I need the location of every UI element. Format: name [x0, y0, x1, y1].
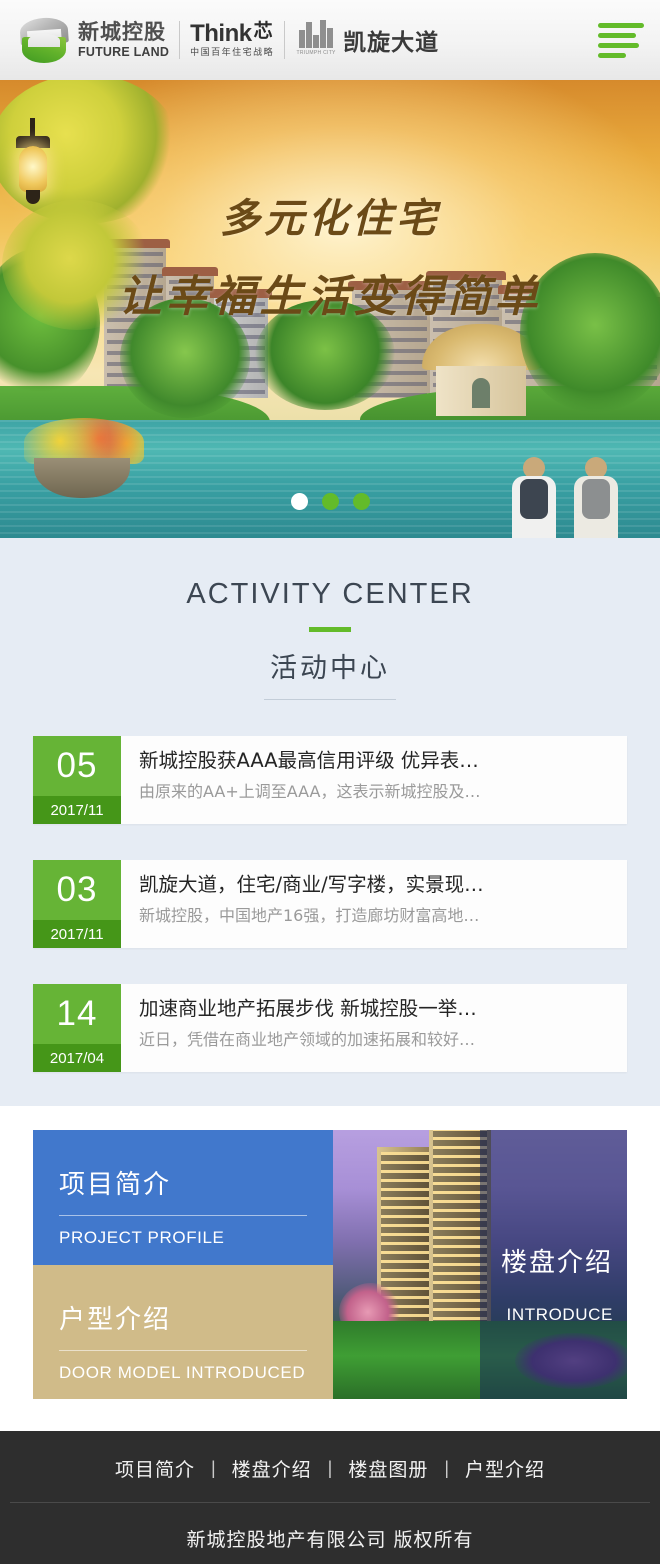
- promo-tile-title-cn: 项目简介: [59, 1170, 172, 1200]
- logo-divider-2: [284, 21, 286, 59]
- think-logo: Think 芯 中国百年住宅战略: [190, 22, 274, 58]
- news-title: 加速商业地产拓展步伐 新城控股一举…: [139, 997, 477, 1020]
- site-footer: 项目简介 | 楼盘介绍 | 楼盘图册 | 户型介绍 新城控股地产有限公司 版权所…: [0, 1431, 660, 1564]
- news-summary: 新城控股，中国地产16强，打造廊坊财富高地…: [139, 906, 480, 926]
- carousel-dots[interactable]: [0, 493, 660, 510]
- site-header: 新城控股 FUTURE LAND Think 芯 中国百年住宅战略 TRIUMP…: [0, 0, 660, 80]
- page-root: 新城控股 FUTURE LAND Think 芯 中国百年住宅战略 TRIUMP…: [0, 0, 660, 1564]
- list-item[interactable]: 05 2017/11 新城控股获AAA最高信用评级 优异表… 由原来的AA+上调…: [33, 736, 627, 824]
- promo-card-title-en: INTRODUCE: [506, 1305, 613, 1324]
- news-title: 新城控股获AAA最高信用评级 优异表…: [139, 749, 479, 772]
- promo-tile-column: 项目简介 PROJECT PROFILE 户型介绍 DOOR MODEL INT…: [33, 1130, 333, 1399]
- news-date-badge: 05 2017/11: [33, 736, 121, 824]
- activity-title-underline: [264, 699, 396, 700]
- news-summary: 近日，凭借在商业地产领域的加速拓展和较好…: [139, 1030, 476, 1050]
- news-list: 05 2017/11 新城控股获AAA最高信用评级 优异表… 由原来的AA+上调…: [0, 736, 660, 1072]
- triumph-caption: TRIUMPH CITY: [296, 50, 336, 56]
- promo-card-introduce[interactable]: 楼盘介绍 INTRODUCE: [333, 1130, 627, 1399]
- footer-link-album[interactable]: 楼盘图册: [348, 1455, 428, 1482]
- think-word: Think: [190, 20, 252, 47]
- brand-name-en: FUTURE LAND: [78, 44, 170, 59]
- hero-tree: [520, 253, 660, 413]
- news-day: 05: [33, 736, 121, 796]
- footer-separator: |: [210, 1458, 216, 1478]
- logo-group[interactable]: 新城控股 FUTURE LAND Think 芯 中国百年住宅战略 TRIUMP…: [18, 15, 439, 65]
- news-text: 新城控股获AAA最高信用评级 优异表… 由原来的AA+上调至AAA，这表示新城控…: [121, 736, 627, 824]
- project-name: 凯旋大道: [343, 30, 440, 56]
- promo-tile-project-profile[interactable]: 项目简介 PROJECT PROFILE: [33, 1130, 333, 1265]
- activity-title-rule: [309, 627, 351, 632]
- news-month: 2017/04: [33, 1044, 121, 1072]
- footer-separator: |: [444, 1458, 450, 1478]
- brand-wordmark: 新城控股 FUTURE LAND: [78, 19, 170, 59]
- footer-separator: |: [327, 1458, 333, 1478]
- carousel-dot-2[interactable]: [321, 493, 339, 510]
- promo-tile-door-model[interactable]: 户型介绍 DOOR MODEL INTRODUCED: [33, 1264, 333, 1399]
- footer-link-project-profile[interactable]: 项目简介: [115, 1455, 195, 1482]
- promo-tile-rule: [59, 1349, 307, 1351]
- promo-tile-title-en: DOOR MODEL INTRODUCED: [59, 1362, 306, 1382]
- news-text: 凯旋大道，住宅/商业/写字楼，实景现… 新城控股，中国地产16强，打造廊坊财富高…: [121, 860, 627, 948]
- think-slogan: 中国百年住宅战略: [190, 48, 275, 58]
- news-month: 2017/11: [33, 796, 121, 824]
- news-day: 03: [33, 860, 121, 920]
- promo-tile-rule: [59, 1215, 307, 1216]
- promo-card-title-cn: 楼盘介绍: [500, 1248, 613, 1278]
- news-date-badge: 14 2017/04: [33, 984, 121, 1072]
- carousel-dot-3[interactable]: [352, 493, 370, 510]
- hamburger-menu-icon[interactable]: [598, 22, 646, 58]
- promo-tile-title-en: PROJECT PROFILE: [59, 1228, 225, 1247]
- activity-center-section: ACTIVITY CENTER 活动中心 05 2017/11 新城控股获AAA…: [0, 538, 660, 1106]
- hero-tree: [120, 298, 250, 418]
- news-title: 凯旋大道，住宅/商业/写字楼，实景现…: [139, 873, 484, 896]
- footer-nav: 项目简介 | 楼盘介绍 | 楼盘图册 | 户型介绍: [0, 1455, 660, 1502]
- news-date-badge: 03 2017/11: [33, 860, 121, 948]
- footer-link-introduce[interactable]: 楼盘介绍: [232, 1455, 312, 1482]
- promo-card-label: 楼盘介绍 INTRODUCE: [501, 1242, 613, 1325]
- think-cn: 芯: [253, 20, 273, 42]
- triumph-city-icon: TRIUMPH CITY: [295, 18, 337, 62]
- logo-divider-1: [179, 21, 181, 59]
- promo-section: 项目简介 PROJECT PROFILE 户型介绍 DOOR MODEL INT…: [0, 1106, 660, 1431]
- activity-title-en: ACTIVITY CENTER: [186, 578, 474, 610]
- news-summary: 由原来的AA+上调至AAA，这表示新城控股及…: [139, 782, 481, 802]
- brand-name-cn: 新城控股: [78, 19, 166, 44]
- hero-banner[interactable]: 多元化住宅 让幸福生活变得简单: [0, 80, 660, 538]
- hero-tree: [255, 300, 395, 410]
- list-item[interactable]: 14 2017/04 加速商业地产拓展步伐 新城控股一举… 近日，凭借在商业地产…: [33, 984, 627, 1072]
- future-land-logo-icon: [18, 15, 70, 65]
- hero-street-lamp-icon: [16, 118, 50, 210]
- hero-foliage: [2, 200, 152, 330]
- news-month: 2017/11: [33, 920, 121, 948]
- list-item[interactable]: 03 2017/11 凯旋大道，住宅/商业/写字楼，实景现… 新城控股，中国地产…: [33, 860, 627, 948]
- promo-tile-title-cn: 户型介绍: [59, 1304, 172, 1335]
- footer-link-door-model[interactable]: 户型介绍: [465, 1455, 545, 1482]
- news-text: 加速商业地产拓展步伐 新城控股一举… 近日，凭借在商业地产领域的加速拓展和较好…: [121, 984, 627, 1072]
- carousel-dot-1[interactable]: [290, 493, 308, 510]
- news-day: 14: [33, 984, 121, 1044]
- footer-copyright: 新城控股地产有限公司 版权所有: [186, 1529, 474, 1551]
- activity-title-cn: 活动中心: [270, 653, 390, 684]
